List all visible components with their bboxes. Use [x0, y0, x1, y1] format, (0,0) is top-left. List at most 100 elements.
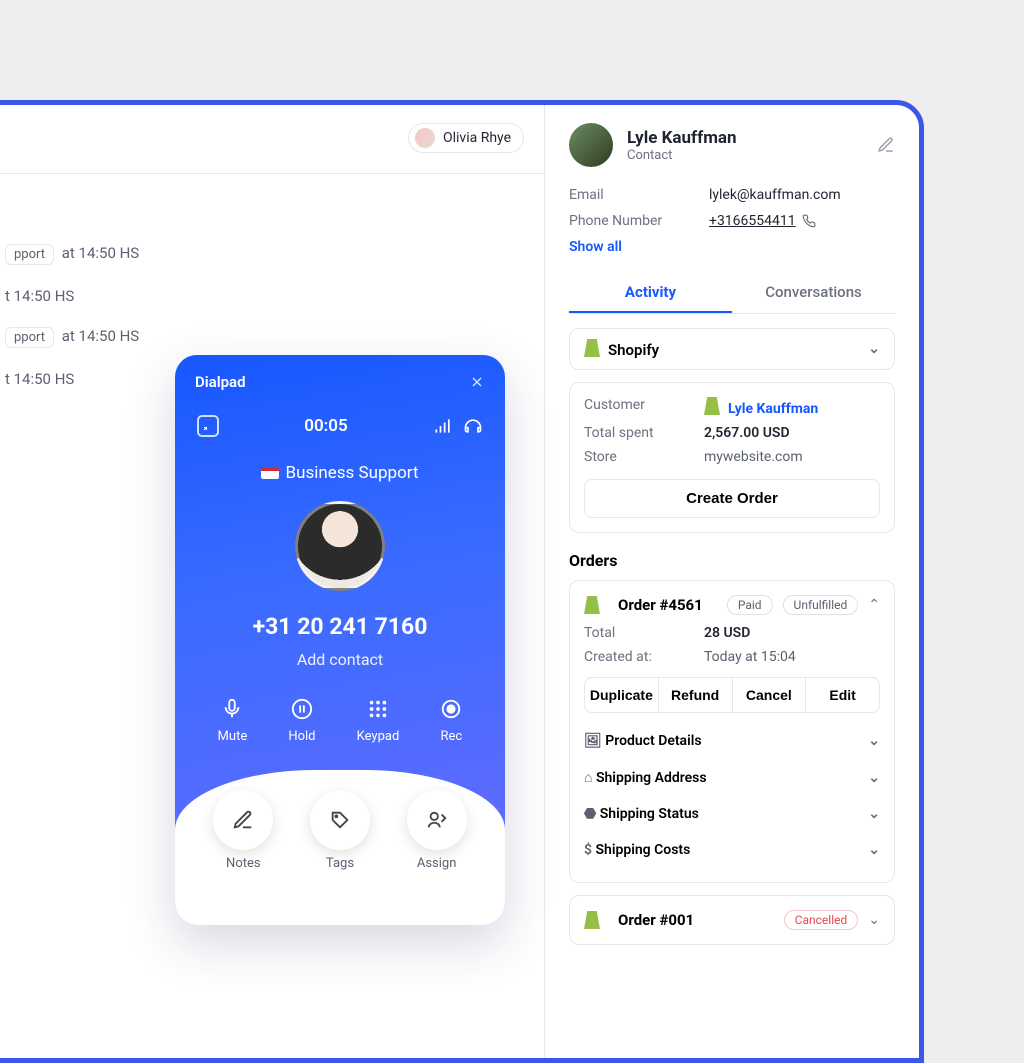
shopify-card: Customer Lyle Kauffman Total spent 2,567… [569, 382, 895, 533]
tabs: Activity Conversations [569, 273, 895, 314]
customer-label: Customer [584, 397, 704, 417]
contact-name: Lyle Kauffman [627, 128, 737, 148]
box-icon: ⬣ [584, 806, 596, 822]
email-value: lylek@kauffman.com [709, 187, 841, 203]
store-value: mywebsite.com [704, 449, 803, 465]
feed-time: at 14:50 HS [62, 327, 139, 345]
mute-button[interactable]: Mute [218, 695, 248, 744]
hold-button[interactable]: Hold [288, 695, 315, 744]
keypad-icon [367, 698, 389, 720]
chevron-down-icon: ⌄ [868, 806, 880, 822]
chevron-up-icon[interactable]: ⌃ [868, 597, 880, 613]
headset-icon[interactable] [463, 416, 483, 436]
business-label: Business Support [175, 463, 505, 483]
add-contact-link[interactable]: Add contact [175, 650, 505, 669]
orders-heading: Orders [569, 551, 895, 570]
dialpad-bottom-bar: Notes Tags Assign [175, 770, 505, 925]
caller-avatar [295, 501, 385, 591]
avatar-icon [415, 128, 435, 148]
order-header[interactable]: Order #001 Cancelled ⌄ [584, 910, 880, 930]
note-icon [232, 809, 254, 831]
create-order-button[interactable]: Create Order [584, 479, 880, 518]
phone-number: +31 20 241 7160 [175, 613, 505, 640]
spent-value: 2,567.00 USD [704, 425, 790, 441]
user-name: Olivia Rhye [443, 130, 511, 146]
keypad-button[interactable]: Keypad [357, 695, 400, 744]
feed-item: pport at 14:50 HS [5, 244, 524, 265]
pause-icon [291, 698, 313, 720]
acc-shipping-costs[interactable]: $ Shipping Costs ⌄ [584, 832, 880, 868]
refund-button[interactable]: Refund [659, 677, 733, 713]
order-title: Order #001 [618, 911, 774, 929]
edit-button[interactable]: Edit [806, 677, 880, 713]
tag-icon [329, 809, 351, 831]
divider [0, 173, 544, 174]
flag-icon [261, 467, 279, 479]
tab-activity[interactable]: Activity [569, 273, 732, 313]
total-value: 28 USD [704, 625, 750, 641]
phone-icon [802, 214, 816, 228]
acc-product-details[interactable]: 🖼 Product Details ⌄ [584, 723, 880, 759]
spent-label: Total spent [584, 425, 704, 441]
notes-button[interactable]: Notes [213, 790, 273, 925]
contact-panel: Lyle Kauffman Contact Email lylek@kauffm… [545, 105, 919, 1058]
feed-tag: pport [5, 244, 54, 265]
feed-item: pport at 14:50 HS [5, 327, 524, 348]
acc-shipping-address[interactable]: ⌂ Shipping Address ⌄ [584, 759, 880, 796]
call-timer: 00:05 [304, 416, 347, 436]
email-label: Email [569, 187, 709, 203]
image-icon: 🖼 [584, 733, 602, 749]
feed-time: at 14:50 HS [62, 244, 139, 262]
show-all-link[interactable]: Show all [569, 239, 895, 255]
home-icon: ⌂ [584, 770, 592, 786]
status-paid: Paid [727, 595, 773, 615]
mic-icon [221, 698, 243, 720]
chevron-down-icon: ⌄ [868, 842, 880, 858]
user-chip[interactable]: Olivia Rhye [408, 123, 524, 153]
order-header[interactable]: Order #4561 Paid Unfulfilled ⌃ [584, 595, 880, 615]
dialpad-title: Dialpad [195, 373, 246, 391]
record-icon [440, 698, 462, 720]
status-unfulfilled: Unfulfilled [783, 595, 859, 615]
customer-link[interactable]: Lyle Kauffman [704, 397, 818, 417]
order-title: Order #4561 [618, 596, 717, 614]
contact-avatar [569, 123, 613, 167]
email-row: Email lylek@kauffman.com [569, 187, 895, 203]
created-label: Created at: [584, 649, 704, 665]
shopify-dropdown[interactable]: Shopify ⌄ [569, 328, 895, 370]
tab-conversations[interactable]: Conversations [732, 273, 895, 313]
phone-value[interactable]: +3166554411 [709, 213, 816, 229]
feed-tag: pport [5, 327, 54, 348]
shopify-icon [584, 596, 600, 614]
feed-text: t 14:50 HS [5, 370, 74, 388]
chevron-down-icon: ⌄ [868, 733, 880, 749]
total-label: Total [584, 625, 704, 641]
created-value: Today at 15:04 [704, 649, 796, 665]
minimize-icon[interactable] [197, 415, 219, 437]
chevron-down-icon[interactable]: ⌄ [868, 912, 880, 928]
shopify-icon [704, 397, 720, 415]
phone-label: Phone Number [569, 213, 709, 229]
assign-button[interactable]: Assign [407, 790, 467, 925]
order-card-001: Order #001 Cancelled ⌄ [569, 895, 895, 945]
order-card-4561: Order #4561 Paid Unfulfilled ⌃ Total 28 … [569, 580, 895, 883]
order-actions: Duplicate Refund Cancel Edit [584, 677, 880, 713]
contact-type: Contact [627, 148, 737, 163]
chevron-down-icon: ⌄ [868, 341, 880, 357]
record-button[interactable]: Rec [440, 695, 462, 744]
contact-header: Lyle Kauffman Contact [569, 123, 895, 167]
feed-text: t 14:50 HS [5, 287, 74, 305]
status-cancelled: Cancelled [784, 910, 859, 930]
close-icon[interactable] [469, 374, 485, 390]
assign-icon [426, 809, 448, 831]
chevron-down-icon: ⌄ [868, 770, 880, 786]
store-label: Store [584, 449, 704, 465]
edit-icon[interactable] [877, 136, 895, 154]
phone-row: Phone Number +3166554411 [569, 213, 895, 229]
shopify-icon [584, 339, 600, 357]
tags-button[interactable]: Tags [310, 790, 370, 925]
shopify-icon [584, 911, 600, 929]
acc-shipping-status[interactable]: ⬣ Shipping Status ⌄ [584, 796, 880, 832]
duplicate-button[interactable]: Duplicate [584, 677, 659, 713]
cancel-button[interactable]: Cancel [733, 677, 807, 713]
